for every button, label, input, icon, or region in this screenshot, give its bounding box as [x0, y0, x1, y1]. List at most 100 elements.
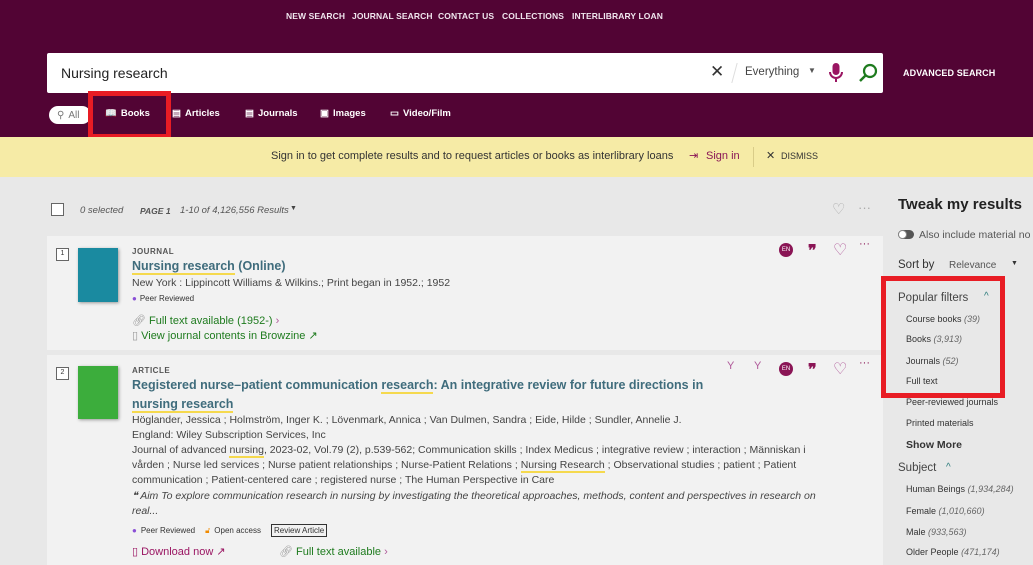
open-access-icon: 🔓︎ [205, 525, 211, 535]
tab-label: Journals [257, 108, 298, 119]
title-highlight: Nursing research [132, 259, 235, 275]
popular-filters-heading[interactable]: Popular filters [898, 292, 968, 304]
filter-books[interactable]: Books (3,913) [906, 334, 962, 344]
tab-journals[interactable]: ▤ Journals [245, 108, 298, 119]
full-text-link[interactable]: 🔗︎ Full text available (1952-) › [132, 314, 279, 327]
title-text: Registered nurse–patient communication [132, 378, 382, 392]
page-label: PAGE 1 [140, 206, 171, 216]
chevron-down-icon[interactable]: ▼ [290, 205, 297, 212]
signin-link[interactable]: Sign in [706, 150, 740, 162]
tab-all[interactable]: ⚲ All [49, 106, 91, 124]
link-icon: 🔗︎ [132, 315, 150, 327]
peer-reviewed-badge: ● Peer Reviewed [132, 294, 194, 303]
result-title[interactable]: Nursing research (Online) [132, 257, 286, 276]
book-icon: ▯ [132, 330, 142, 342]
full-text-link[interactable]: 🔗︎ Full text available › [279, 545, 388, 558]
subject-item[interactable]: Older People (471,174) [906, 547, 1000, 557]
video-icon: ▭ [390, 108, 399, 119]
selected-count: 0 selected [80, 205, 124, 216]
include-toggle[interactable] [898, 230, 914, 239]
sort-label: Sort by [898, 259, 935, 271]
tab-video[interactable]: ▭ Video/Film [390, 108, 451, 119]
filter-printed[interactable]: Printed materials [906, 418, 974, 428]
tab-label: Articles [184, 108, 220, 119]
filter-journals[interactable]: Journals (52) [906, 356, 959, 366]
authors: Höglander, Jessica ; Holmström, Inger K.… [132, 414, 682, 426]
heart-icon[interactable]: ♡ [833, 240, 847, 260]
more-icon[interactable]: ··· [859, 357, 870, 369]
filter-full-text[interactable]: Full text [906, 376, 938, 386]
search-icon[interactable] [858, 63, 878, 83]
subject-item[interactable]: Human Beings (1,934,284) [906, 484, 1014, 494]
scope-select[interactable]: Everything [745, 66, 799, 78]
quote-icon: ❝ [132, 490, 141, 502]
filter-peer-reviewed[interactable]: Peer-reviewed journals [906, 397, 998, 407]
image-icon: ▣ [320, 108, 329, 119]
chevron-down-icon[interactable]: ▼ [1011, 260, 1018, 267]
show-more-button[interactable]: Show More [906, 439, 962, 451]
divider [753, 147, 754, 167]
search-icon: ⚲ [57, 109, 65, 121]
tab-articles[interactable]: ▤ Articles [172, 108, 220, 119]
peer-reviewed-icon: ● [132, 294, 137, 303]
publisher: New York : Lippincott Williams & Wilkins… [132, 277, 451, 289]
chevron-down-icon[interactable]: ▼ [808, 66, 816, 75]
text: Journal of advanced [132, 444, 230, 456]
highlight: nursing [229, 444, 264, 458]
title-highlight: research [381, 378, 434, 394]
download-link[interactable]: ▯ Download now ↗ [132, 545, 226, 558]
sort-select[interactable]: Relevance [949, 260, 996, 271]
result-checkbox[interactable]: 1 [56, 248, 69, 261]
more-icon[interactable]: ··· [859, 238, 870, 250]
external-link-icon: ↗ [213, 546, 226, 558]
results-count[interactable]: 1-10 of 4,126,556 Results [180, 205, 289, 216]
search-input[interactable]: Nursing research [61, 65, 168, 81]
heart-icon[interactable]: ♡ [833, 359, 847, 379]
clear-icon[interactable]: ✕ [710, 62, 724, 82]
pdf-icon: ▯ [132, 546, 142, 558]
cite-icon[interactable]: ❞ [808, 360, 817, 380]
tab-label: Video/Film [402, 108, 451, 119]
nav-journal-search[interactable]: JOURNAL SEARCH [352, 11, 433, 21]
nav-collections[interactable]: COLLECTIONS [502, 11, 564, 21]
heart-icon[interactable]: ♡ [832, 200, 845, 218]
nav-contact-us[interactable]: CONTACT US [438, 11, 494, 21]
article-cover-thumbnail[interactable] [78, 366, 118, 419]
chevron-up-icon[interactable]: ^ [984, 291, 989, 302]
result-checkbox[interactable]: 2 [56, 367, 69, 380]
signin-icon: ⇥ [689, 150, 699, 162]
subject-item[interactable]: Female (1,010,660) [906, 506, 985, 516]
close-icon[interactable]: ✕ [766, 149, 775, 162]
chevron-up-icon[interactable]: ^ [946, 462, 951, 473]
nav-new-search[interactable]: NEW SEARCH [286, 11, 345, 21]
result-title[interactable]: Registered nurse–patient communication r… [132, 376, 732, 414]
select-all-checkbox[interactable] [51, 203, 64, 216]
link-icon: 🔗︎ [279, 546, 297, 558]
search-box[interactable]: Nursing research ✕ Everything ▼ [47, 53, 883, 93]
citation-trail-icon[interactable]: Y [727, 360, 734, 372]
tab-books[interactable]: 📖 Books [105, 108, 150, 119]
journal-cover-thumbnail[interactable] [78, 248, 118, 302]
header: NEW SEARCH JOURNAL SEARCH CONTACT US COL… [0, 0, 1033, 139]
result-type: ARTICLE [132, 366, 171, 375]
banner-message: Sign in to get complete results and to r… [271, 150, 674, 162]
external-link-icon: ↗ [305, 330, 318, 342]
tab-label: Books [120, 108, 150, 119]
cited-by-icon[interactable]: Y [754, 360, 761, 372]
more-icon[interactable]: ··· [858, 200, 871, 215]
sidebar: Tweak my results Also include material n… [881, 177, 1033, 559]
article-icon: ▤ [172, 108, 181, 119]
advanced-search-link[interactable]: ADVANCED SEARCH [903, 68, 995, 78]
filter-course-books[interactable]: Course books (39) [906, 314, 980, 324]
tab-images[interactable]: ▣ Images [320, 108, 366, 119]
tab-label: All [68, 109, 80, 121]
browzine-link[interactable]: ▯ View journal contents in Browzine ↗ [132, 329, 318, 342]
nav-interlibrary-loan[interactable]: INTERLIBRARY LOAN [572, 11, 663, 21]
subject-heading[interactable]: Subject [898, 462, 936, 474]
review-article-badge: Review Article [270, 524, 328, 537]
microphone-icon[interactable] [829, 63, 843, 83]
cite-icon[interactable]: ❞ [808, 241, 817, 261]
subject-item[interactable]: Male (933,563) [906, 527, 967, 537]
chevron-right-icon: › [381, 546, 388, 558]
dismiss-button[interactable]: DISMISS [781, 151, 818, 161]
